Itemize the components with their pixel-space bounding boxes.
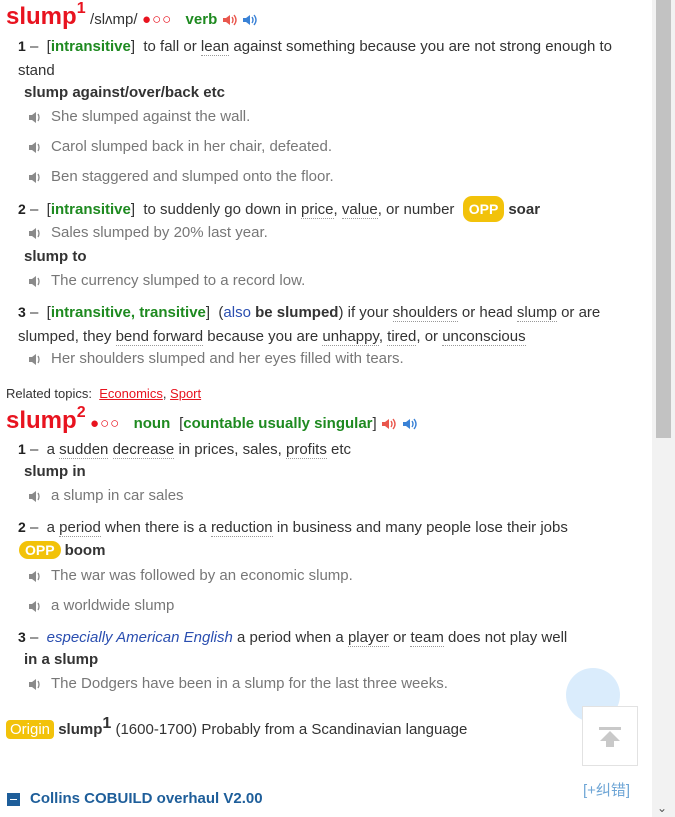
example-speaker-icon[interactable] [28, 171, 42, 184]
dictionary-content: slump1 /slʌmp/ ●○○ verb 1 – [intransitiv… [0, 0, 652, 817]
part-of-speech: verb [185, 11, 218, 28]
example-speaker-icon[interactable] [28, 141, 42, 154]
link-word[interactable]: period [59, 519, 101, 537]
link-word[interactable]: unconscious [442, 328, 526, 346]
example-speaker-icon[interactable] [28, 353, 42, 366]
link-word[interactable]: reduction [210, 519, 273, 537]
opp-badge: OPP [19, 541, 61, 559]
example-speaker-icon[interactable] [28, 111, 42, 124]
example: The currency slumped to a record low. [28, 272, 305, 289]
collocation: slump to [24, 248, 87, 265]
example: Sales slumped by 20% last year. [28, 224, 268, 241]
grammar-label: intransitive [50, 201, 131, 218]
link-word[interactable]: decrease [112, 441, 175, 459]
example: She slumped against the wall. [28, 108, 250, 125]
opposite-word[interactable]: boom [65, 542, 106, 559]
related-topics: Related topics: Economics, Sport [6, 386, 202, 401]
example: a slump in car sales [28, 487, 184, 504]
link-word[interactable]: value [341, 201, 378, 219]
link-word[interactable]: tired [387, 328, 417, 346]
link-word[interactable]: shoulders [392, 304, 458, 322]
link-word[interactable]: lean [200, 38, 230, 56]
speaker-red-icon[interactable] [381, 417, 397, 431]
example: Her shoulders slumped and her eyes fille… [28, 350, 404, 367]
speaker-red-icon[interactable] [222, 13, 238, 27]
sense-2-2: 2 – a period when there is a reduction i… [18, 519, 568, 537]
example-speaker-icon[interactable] [28, 600, 42, 613]
sense-2-1: 1 – a sudden decrease in prices, sales, … [18, 441, 352, 459]
grammar-label: countable usually singular [183, 415, 373, 432]
collocation: slump in [24, 463, 86, 480]
frequency-dots: ●○○ [90, 415, 121, 432]
pronunciation: /slʌmp/ [90, 11, 138, 28]
frequency-dots: ●○○ [142, 11, 173, 28]
scroll-top-button[interactable] [582, 706, 638, 766]
origin-badge: Origin [6, 720, 55, 739]
sense-1-3: 3 – [intransitive, transitive] (also be … [18, 304, 601, 346]
minus-icon[interactable] [7, 792, 20, 806]
link-word[interactable]: bend forward [115, 328, 204, 346]
origin-line: Origin slump1 (1600-1700) Probably from … [6, 715, 467, 739]
scrollbar-thumb[interactable] [656, 0, 671, 438]
example-speaker-icon[interactable] [28, 275, 42, 288]
link-word[interactable]: price [301, 201, 334, 219]
speaker-blue-icon[interactable] [242, 13, 258, 27]
entry2-header: slump2 ●○○ noun [countable usually singu… [6, 404, 418, 435]
sense-2-3: 3 – especially American English a period… [18, 629, 568, 647]
example-speaker-icon[interactable] [28, 227, 42, 240]
part-of-speech: noun [133, 415, 171, 432]
example: Carol slumped back in her chair, defeate… [28, 138, 332, 155]
example-speaker-icon[interactable] [28, 678, 42, 691]
link-word[interactable]: slump [516, 304, 557, 322]
link-word[interactable]: unhappy [322, 328, 379, 346]
example-speaker-icon[interactable] [28, 570, 42, 583]
scroll-down-arrow-icon[interactable]: ⌄ [657, 801, 667, 815]
grammar-label: intransitive [50, 38, 131, 55]
scrollbar[interactable]: ⌄ [652, 0, 675, 817]
example: The Dodgers have been in a slump for the… [28, 675, 448, 692]
topic-link-economics[interactable]: Economics [99, 386, 163, 401]
link-word[interactable]: profits [286, 441, 327, 459]
entry1-header: slump1 /slʌmp/ ●○○ verb [6, 0, 258, 31]
opp-badge: OPP [462, 196, 505, 222]
topic-link-sport[interactable]: Sport [170, 386, 201, 401]
register-label: especially American English [46, 629, 233, 646]
example-speaker-icon[interactable] [28, 490, 42, 503]
opp-line: OPP boom [19, 541, 105, 559]
collapsible-section-header[interactable]: Collins COBUILD overhaul V2.00 [7, 790, 263, 807]
example: The war was followed by an economic slum… [28, 567, 353, 584]
link-word[interactable]: player [347, 629, 389, 647]
headword: slump1 [6, 0, 86, 30]
example: Ben staggered and slumped onto the floor… [28, 168, 334, 185]
speaker-blue-icon[interactable] [402, 417, 418, 431]
sense-1-2: 2 – [intransitive] to suddenly go down i… [18, 196, 648, 222]
example: a worldwide slump [28, 597, 174, 614]
grammar-label: intransitive, transitive [50, 304, 206, 321]
collocation: slump against/over/back etc [24, 84, 225, 101]
sense-1-1: 1 – [intransitive] to fall or lean again… [18, 38, 613, 79]
link-word[interactable]: team [410, 629, 444, 647]
report-error-link[interactable]: [+纠错] [583, 779, 630, 800]
collocation: in a slump [24, 651, 99, 668]
link-word[interactable]: sudden [59, 441, 109, 459]
opposite-word[interactable]: soar [508, 201, 540, 218]
arrow-up-icon [599, 727, 621, 747]
headword: slump2 [6, 404, 86, 434]
